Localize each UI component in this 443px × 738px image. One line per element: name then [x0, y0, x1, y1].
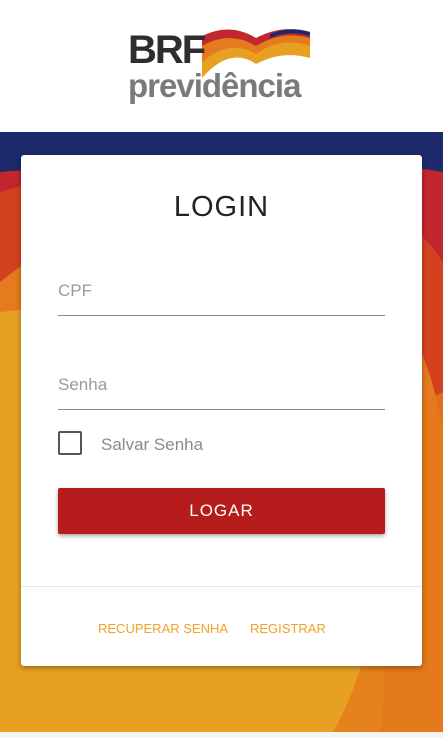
senha-input[interactable] [58, 361, 385, 410]
header: BRF previdência [0, 0, 443, 132]
register-link[interactable]: REGISTRAR [250, 621, 326, 636]
cpf-input[interactable] [58, 267, 385, 316]
login-card: LOGIN Salvar Senha LOGAR RECUPERAR SENHA… [21, 155, 422, 666]
login-button[interactable]: LOGAR [58, 488, 385, 534]
logo-brf-text: BRF [128, 28, 206, 72]
save-password-label[interactable]: Salvar Senha [101, 435, 203, 455]
logo-previdencia-text: previdência [128, 67, 301, 104]
card-divider [21, 586, 422, 587]
login-title: LOGIN [173, 191, 270, 223]
brf-previdencia-logo: BRF previdência [128, 28, 318, 108]
save-password-checkbox[interactable] [58, 431, 82, 455]
recover-password-link[interactable]: RECUPERAR SENHA [98, 621, 228, 636]
